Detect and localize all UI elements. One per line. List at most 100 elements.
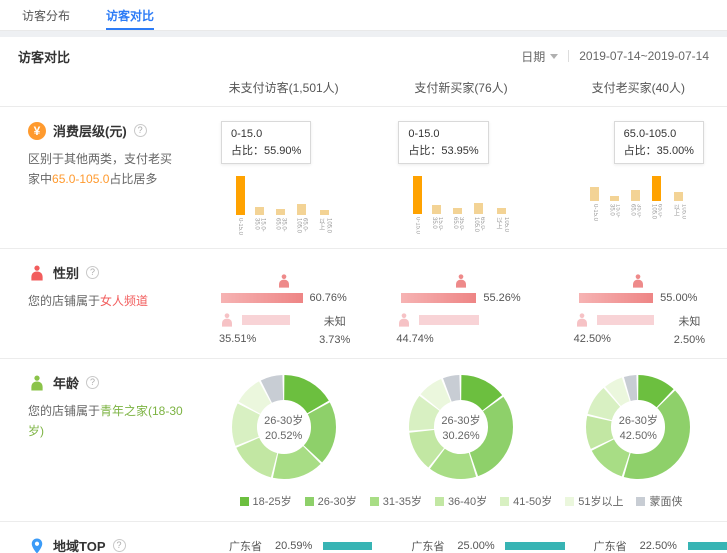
help-icon[interactable]: ? xyxy=(86,376,99,389)
bar xyxy=(413,176,422,214)
row-description: 区别于其他两类，支付老买家中65.0-105.0占比居多 xyxy=(28,149,183,190)
female-icon-row xyxy=(195,273,372,289)
male-percent: 42.50% xyxy=(574,333,654,345)
date-range[interactable]: 2019-07-14~2019-07-14 xyxy=(579,49,709,63)
bar-axis-label: 65.0-105.0 xyxy=(296,218,308,236)
row-title-gender: 性别 xyxy=(53,263,79,282)
male-bar-row xyxy=(396,312,479,328)
legend-label: 36-40岁 xyxy=(448,493,487,509)
desc-highlight: 女人频道 xyxy=(100,294,148,308)
unknown-label: 未知 xyxy=(319,313,350,329)
donut-chart xyxy=(586,375,690,479)
bar-axis-label: 105.0以上 xyxy=(317,218,332,236)
panel-header: 访客对比 日期 2019-07-14~2019-07-14 xyxy=(0,37,727,75)
male-bar xyxy=(597,315,654,325)
chart-tooltip: 0-15.0占比：55.90% xyxy=(221,121,311,164)
consumption-chart: 0-15.0占比：55.90%0-15.015.0-35.035.0-65.06… xyxy=(195,121,372,236)
column-header-0: 未支付访客(1,501人) xyxy=(195,79,372,96)
bar-column: 0-15.0 xyxy=(590,187,599,222)
bar-column: 15.0-35.0 xyxy=(608,196,620,222)
province-bar xyxy=(323,542,372,550)
date-dropdown[interactable]: 日期 xyxy=(521,48,558,65)
bar-column: 35.0-65.0 xyxy=(629,190,641,222)
female-icon xyxy=(276,273,292,289)
region-label: 地域TOP ? 您的访客聚集在广东省 xyxy=(0,536,195,553)
help-icon[interactable]: ? xyxy=(86,266,99,279)
column-header-2: 支付老买家(40人) xyxy=(550,79,727,96)
legend-swatch xyxy=(565,497,574,506)
bar xyxy=(631,190,640,201)
unknown-block: 未知2.50% xyxy=(674,312,705,346)
donut-chart xyxy=(232,375,336,479)
tab-visitor-compare[interactable]: 访客对比 xyxy=(106,0,154,30)
row-title-age: 年龄 xyxy=(53,373,79,392)
legend-item: 蒙面侠 xyxy=(636,493,682,509)
legend-label: 31-35岁 xyxy=(383,493,422,509)
female-bar xyxy=(221,293,303,303)
legend-swatch xyxy=(240,497,249,506)
help-icon[interactable]: ? xyxy=(134,124,147,137)
bar-axis-label: 35.0-65.0 xyxy=(452,217,464,235)
bar-column: 0-15.0 xyxy=(413,176,422,235)
legend-swatch xyxy=(435,497,444,506)
column-headers: 未支付访客(1,501人)支付新买家(76人)支付老买家(40人) xyxy=(0,75,727,107)
visitor-compare-panel: 访客对比 日期 2019-07-14~2019-07-14 未支付访客(1,50… xyxy=(0,37,727,553)
gender-stats: 60.76%35.51%未知3.73%55.26%44.74%55.00%42.… xyxy=(195,263,727,346)
money-icon: ¥ xyxy=(28,122,46,140)
legend-label: 蒙面侠 xyxy=(649,493,682,509)
bar-column: 0-15.0 xyxy=(236,176,245,236)
region-row: 广东省20.59% xyxy=(195,538,377,553)
age-donut: 26-30岁42.50% xyxy=(550,373,727,479)
male-block: 42.50% xyxy=(574,312,654,346)
female-icon xyxy=(453,273,469,289)
province-percent: 22.50% xyxy=(640,540,688,552)
male-icon xyxy=(396,312,412,328)
region-row: 地域TOP ? 您的访客聚集在广东省 广东省20.59%浙江省11.06%广东省… xyxy=(0,522,727,553)
region-cell: 广东省20.59%浙江省11.06% xyxy=(195,536,377,553)
age-donuts: 26-30岁20.52%26-30岁30.26%26-30岁42.50% xyxy=(195,373,727,479)
gender-cell: 55.26% 44.74% xyxy=(372,263,549,346)
male-bar xyxy=(242,315,290,325)
row-description: 您的店铺属于女人频道 xyxy=(28,291,183,311)
tabbar: 访客分布 访客对比 xyxy=(0,0,727,31)
bar-column: 65.0-105.0 xyxy=(650,176,662,222)
bar-column: 105.0以上 xyxy=(494,208,509,235)
legend-item: 51岁以上 xyxy=(565,493,623,509)
donut-wrap: 26-30岁20.52% xyxy=(232,375,336,479)
label-spacer xyxy=(0,79,195,96)
label-head: 年龄 ? xyxy=(28,373,183,392)
unknown-block: 未知3.73% xyxy=(319,312,350,346)
bar xyxy=(432,205,441,214)
bar-chart: 0-15.015.0-35.035.0-65.065.0-105.0105.0以… xyxy=(413,176,509,235)
chart-tooltip: 65.0-105.0占比：35.00% xyxy=(614,121,704,164)
male-percent: 44.74% xyxy=(396,333,479,345)
help-icon[interactable]: ? xyxy=(113,539,126,552)
bar-column: 105.0以上 xyxy=(317,210,332,236)
age-main: 26-30岁20.52%26-30岁30.26%26-30岁42.50% 18-… xyxy=(195,373,727,509)
bar-axis-label: 15.0-35.0 xyxy=(431,217,443,235)
region-row: 广东省22.50% xyxy=(560,538,727,553)
consumption-charts: 0-15.0占比：55.90% 0-15.0 15.0-35.0 35.0-65.0 6… xyxy=(195,121,727,236)
gender-row: 性别 ? 您的店铺属于女人频道 60.76%35.51%未知3.73%55.26… xyxy=(0,249,727,359)
bar-chart: 0-15.015.0-35.035.0-65.065.0-105.0105.0以… xyxy=(590,176,686,222)
bar-column: 35.0-65.0 xyxy=(452,208,464,235)
male-bar-row xyxy=(219,312,290,328)
bar xyxy=(674,192,683,201)
female-bar-row: 55.26% xyxy=(372,292,549,304)
female-percent: 60.76% xyxy=(310,292,347,304)
legend-item: 31-35岁 xyxy=(370,493,422,509)
location-pin-icon xyxy=(28,537,46,553)
row-description: 您的店铺属于青年之家(18-30岁) xyxy=(28,401,183,442)
legend-item: 26-30岁 xyxy=(305,493,357,509)
female-icon-row xyxy=(550,273,727,289)
age-legend: 18-25岁26-30岁31-35岁36-40岁41-50岁51岁以上蒙面侠 xyxy=(195,493,727,509)
date-area: 日期 2019-07-14~2019-07-14 xyxy=(521,48,709,65)
label-head: 地域TOP ? xyxy=(28,536,183,553)
legend-item: 41-50岁 xyxy=(500,493,552,509)
row-title-region: 地域TOP xyxy=(53,536,106,553)
age-donut: 26-30岁20.52% xyxy=(195,373,372,479)
unknown-label: 未知 xyxy=(674,313,705,329)
female-person-icon xyxy=(28,264,46,282)
tab-visitor-distribution[interactable]: 访客分布 xyxy=(22,0,70,30)
female-percent: 55.00% xyxy=(660,292,697,304)
